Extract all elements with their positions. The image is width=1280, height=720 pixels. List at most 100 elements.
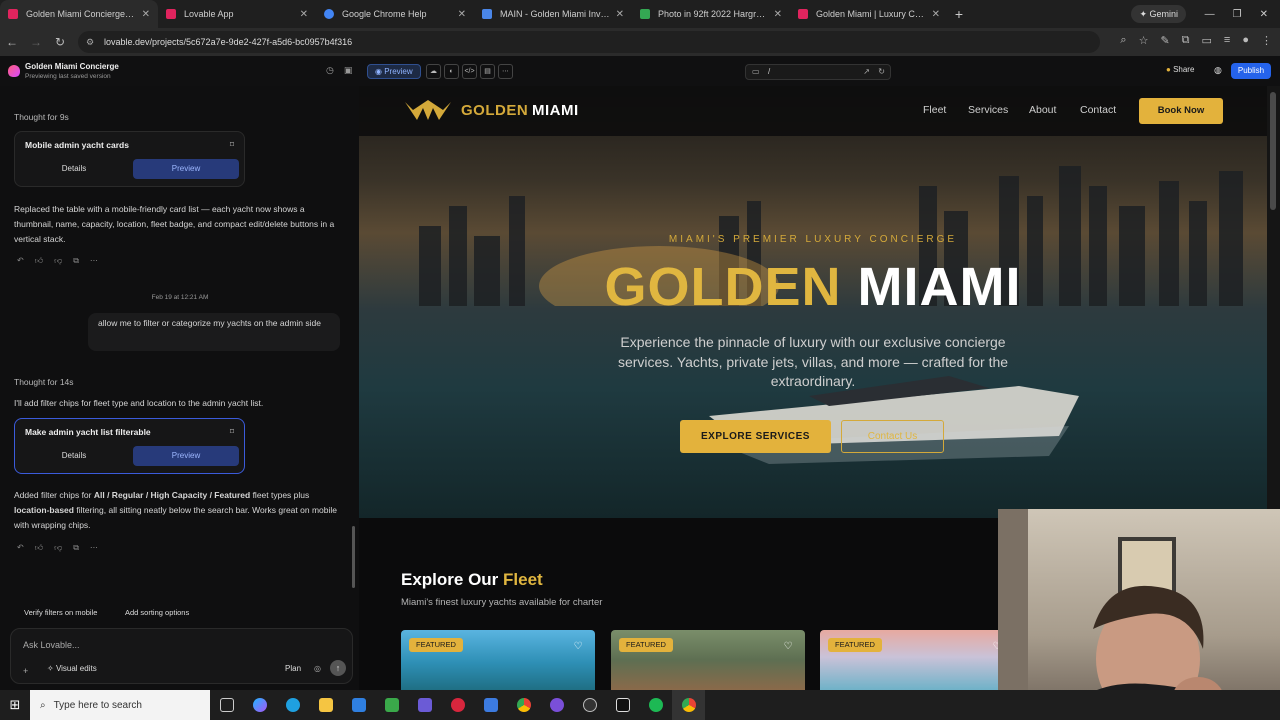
- bookmark-star-icon[interactable]: ☆: [1139, 34, 1149, 47]
- route-field[interactable]: ▭ / ↗ ↻: [745, 64, 891, 80]
- more-icon[interactable]: ⋯: [498, 64, 513, 79]
- file-explorer-icon[interactable]: [309, 690, 342, 720]
- undo-icon[interactable]: ↶: [17, 543, 24, 553]
- app-icon[interactable]: [408, 690, 441, 720]
- more-icon[interactable]: ⋯: [90, 256, 98, 266]
- heart-icon[interactable]: ♡: [571, 640, 585, 654]
- close-tab-icon[interactable]: ✕: [932, 9, 940, 20]
- brand-name-white[interactable]: MIAMI: [532, 102, 579, 119]
- history-icon[interactable]: ◷: [326, 65, 334, 76]
- plan-button[interactable]: Plan: [285, 664, 301, 673]
- preview-button[interactable]: Preview: [133, 159, 239, 179]
- undo-icon[interactable]: ↶: [17, 256, 24, 266]
- thumbs-down-icon[interactable]: 👎︎: [54, 543, 62, 553]
- scrollbar-thumb[interactable]: [1270, 92, 1276, 210]
- url-field[interactable]: ⚙ lovable.dev/projects/5c672a7e-9de2-427…: [78, 31, 1100, 53]
- taskbar-search[interactable]: ⌕ Type here to search: [30, 690, 210, 720]
- details-button[interactable]: Details: [21, 446, 127, 466]
- app-icon[interactable]: [474, 690, 507, 720]
- windows-start-icon[interactable]: ⊞: [0, 697, 30, 713]
- crown-logo-icon[interactable]: [403, 100, 453, 122]
- reload-icon[interactable]: ↻: [48, 35, 72, 49]
- palette-icon[interactable]: ◐: [444, 64, 459, 79]
- restore-icon[interactable]: ❐: [1233, 9, 1242, 20]
- preview-toggle[interactable]: ◉ Preview: [367, 64, 421, 79]
- sidebar-toggle-icon[interactable]: ▣: [344, 65, 353, 76]
- heart-icon[interactable]: ♡: [781, 640, 795, 654]
- site-info-icon[interactable]: ⚙: [86, 31, 94, 53]
- thought-label[interactable]: Thought for 14s: [14, 375, 74, 390]
- open-external-icon[interactable]: ↗: [863, 65, 870, 79]
- close-tab-icon[interactable]: ✕: [142, 9, 150, 20]
- media-icon[interactable]: ≡: [1224, 34, 1230, 47]
- capcut-icon[interactable]: [606, 690, 639, 720]
- publish-button[interactable]: Publish: [1231, 63, 1271, 79]
- browser-tab[interactable]: Golden Miami Concierge - Lovable ✕: [0, 0, 158, 28]
- add-attachment-icon[interactable]: +: [23, 666, 28, 676]
- browser-tab[interactable]: Lovable App ✕: [158, 0, 316, 28]
- contact-us-button[interactable]: Contact Us: [841, 420, 944, 453]
- store-icon[interactable]: [375, 690, 408, 720]
- analytics-icon[interactable]: ▤: [480, 64, 495, 79]
- yacht-card[interactable]: FEATURED ♡: [820, 630, 1014, 690]
- chrome-icon[interactable]: [672, 690, 705, 720]
- chrome-icon[interactable]: [507, 690, 540, 720]
- new-tab-button[interactable]: +: [948, 6, 970, 22]
- close-tab-icon[interactable]: ✕: [774, 9, 782, 20]
- thumbs-down-icon[interactable]: 👎︎: [54, 256, 62, 266]
- browser-tab[interactable]: Photo in 92ft 2022 Hargrave - C ✕: [632, 0, 790, 28]
- brand-name-gold[interactable]: GOLDEN: [461, 102, 528, 119]
- edge-icon[interactable]: [276, 690, 309, 720]
- code-icon[interactable]: </>: [462, 64, 477, 79]
- nav-link-services[interactable]: Services: [968, 104, 1008, 116]
- minimize-icon[interactable]: —: [1205, 9, 1215, 20]
- profile-avatar[interactable]: ●: [1242, 34, 1249, 47]
- github-icon[interactable]: ◍: [1214, 65, 1222, 76]
- bookmark-icon[interactable]: ⌑: [230, 427, 234, 436]
- spotify-icon[interactable]: [639, 690, 672, 720]
- yacht-card[interactable]: FEATURED ♡: [611, 630, 805, 690]
- more-icon[interactable]: ⋯: [90, 543, 98, 553]
- preview-button[interactable]: Preview: [133, 446, 239, 466]
- suggestion-chip[interactable]: Add sorting options: [125, 606, 189, 620]
- close-tab-icon[interactable]: ✕: [616, 9, 624, 20]
- back-icon[interactable]: ←: [0, 35, 24, 49]
- thumbs-up-icon[interactable]: 👍︎: [35, 543, 43, 553]
- chat-scrollbar[interactable]: [352, 526, 355, 588]
- copy-icon[interactable]: ⧉: [73, 543, 79, 553]
- pen-icon[interactable]: ✎: [1160, 34, 1169, 47]
- browser-tab[interactable]: MAIN - Golden Miami Inventory ✕: [474, 0, 632, 28]
- obs-icon[interactable]: [573, 690, 606, 720]
- app-icon[interactable]: [540, 690, 573, 720]
- browser-tab[interactable]: Golden Miami | Luxury Concierge ✕: [790, 0, 948, 28]
- refresh-preview-icon[interactable]: ↻: [878, 65, 885, 79]
- gemini-button[interactable]: ✦ Gemini: [1131, 5, 1186, 23]
- browser-tab[interactable]: Google Chrome Help ✕: [316, 0, 474, 28]
- send-button[interactable]: ↑: [330, 660, 346, 676]
- close-window-icon[interactable]: ✕: [1260, 9, 1268, 20]
- app-icon[interactable]: [342, 690, 375, 720]
- opera-icon[interactable]: [441, 690, 474, 720]
- copy-icon[interactable]: ⧉: [73, 256, 79, 266]
- menu-icon[interactable]: ⋮: [1261, 34, 1272, 47]
- nav-link-about[interactable]: About: [1029, 104, 1056, 116]
- project-name[interactable]: Golden Miami Concierge: [25, 62, 119, 71]
- copilot-icon[interactable]: [243, 690, 276, 720]
- yacht-card[interactable]: FEATURED ♡: [401, 630, 595, 690]
- cloud-icon[interactable]: ☁: [426, 64, 441, 79]
- thought-label[interactable]: Thought for 9s: [14, 110, 69, 125]
- visual-edits-button[interactable]: ✧ Visual edits: [47, 664, 97, 673]
- extensions-icon[interactable]: ⧉: [1182, 34, 1190, 47]
- thumbs-up-icon[interactable]: 👍︎: [35, 256, 43, 266]
- forward-icon[interactable]: →: [24, 35, 48, 49]
- chat-input[interactable]: Ask Lovable... + ✧ Visual edits Plan ◎ ↑: [10, 628, 353, 684]
- sidepanel-icon[interactable]: ▭: [1202, 34, 1212, 47]
- nav-link-contact[interactable]: Contact: [1080, 104, 1116, 116]
- lovable-logo-icon[interactable]: [8, 65, 20, 77]
- device-icon[interactable]: ▭: [752, 65, 760, 79]
- task-view-icon[interactable]: [210, 690, 243, 720]
- close-tab-icon[interactable]: ✕: [300, 9, 308, 20]
- book-now-button[interactable]: Book Now: [1139, 98, 1223, 124]
- bookmark-icon[interactable]: ⌑: [230, 140, 234, 149]
- close-tab-icon[interactable]: ✕: [458, 9, 466, 20]
